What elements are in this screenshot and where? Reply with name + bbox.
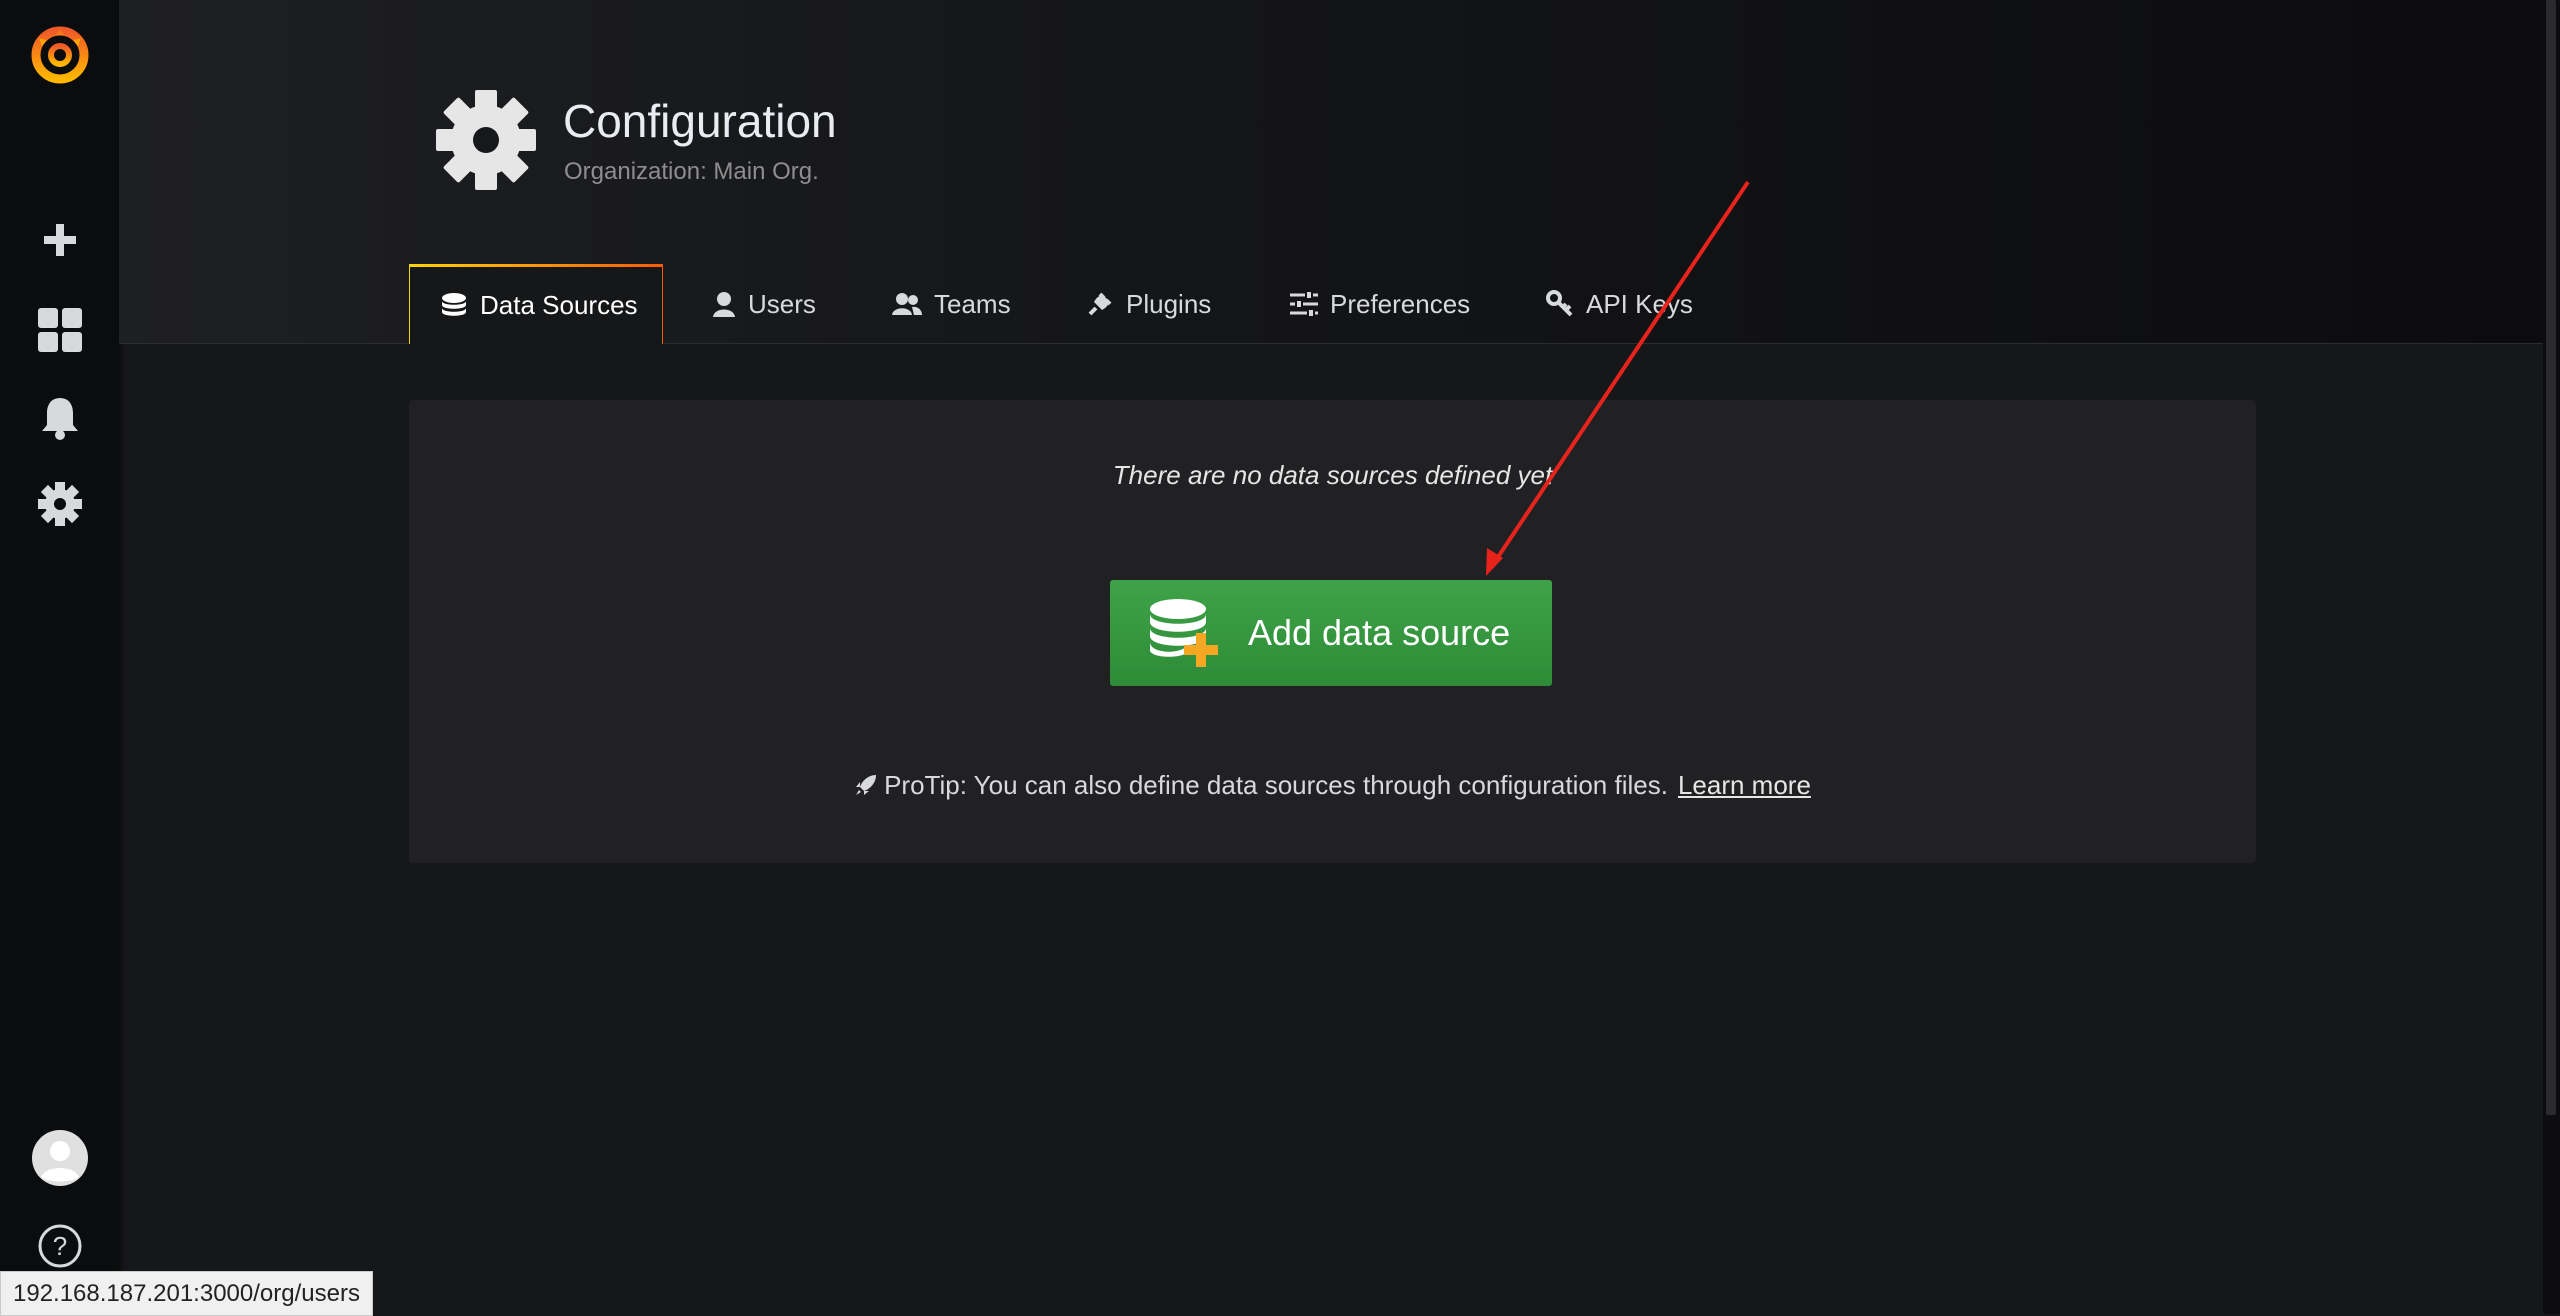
- browser-status-url: 192.168.187.201:3000/org/users: [0, 1271, 373, 1316]
- tab-teams[interactable]: Teams: [892, 264, 1011, 344]
- tab-plugins[interactable]: Plugins: [1086, 264, 1211, 344]
- tab-label: Data Sources: [480, 290, 638, 320]
- sidebar: ?: [0, 0, 119, 1314]
- tab-label: Plugins: [1126, 288, 1212, 319]
- page-title: Configuration: [563, 95, 837, 147]
- page-header: Configuration Organization: Main Org. Da…: [119, 0, 2543, 344]
- user-avatar-icon[interactable]: [0, 1126, 119, 1190]
- empty-state-panel: There are no data sources defined yet Ad…: [409, 400, 2256, 863]
- grafana-logo-icon[interactable]: [0, 18, 119, 88]
- configuration-gear-icon: [436, 90, 536, 190]
- plus-icon[interactable]: [0, 210, 119, 270]
- user-icon: [713, 292, 735, 317]
- rocket-icon: [856, 775, 877, 795]
- database-icon: [442, 292, 466, 316]
- configuration-gear-icon[interactable]: [0, 474, 119, 534]
- svg-text:?: ?: [52, 1231, 66, 1261]
- tab-label: Preferences: [1330, 288, 1471, 319]
- tab-users[interactable]: Users: [712, 264, 816, 344]
- alerting-bell-icon[interactable]: [0, 388, 119, 448]
- tab-label: Teams: [934, 288, 1011, 319]
- sliders-icon: [1290, 291, 1318, 317]
- plug-icon: [1088, 292, 1112, 316]
- empty-state-message: There are no data sources defined yet: [1112, 460, 1553, 490]
- page-scrollbar[interactable]: [2543, 0, 2560, 1314]
- add-data-source-button[interactable]: Add data source: [1110, 580, 1552, 686]
- tab-preferences[interactable]: Preferences: [1290, 264, 1470, 344]
- scrollbar-thumb[interactable]: [2546, 0, 2556, 1115]
- database-add-icon: [1150, 599, 1218, 667]
- users-icon: [892, 293, 922, 315]
- tab-api-keys[interactable]: API Keys: [1546, 264, 1693, 344]
- protip-text: ProTip: You can also define data sources…: [884, 770, 1668, 800]
- page-subtitle: Organization: Main Org.: [564, 158, 819, 185]
- protip: ProTip: You can also define data sources…: [409, 770, 2256, 801]
- tab-label: API Keys: [1586, 288, 1693, 319]
- learn-more-link[interactable]: Learn more: [1678, 770, 1811, 800]
- help-icon[interactable]: ?: [0, 1216, 119, 1276]
- tab-data-sources[interactable]: Data Sources: [409, 264, 663, 344]
- add-data-source-label: Add data source: [1248, 612, 1511, 653]
- tab-label: Users: [748, 288, 816, 319]
- dashboards-icon[interactable]: [0, 300, 119, 360]
- key-icon: [1546, 290, 1573, 317]
